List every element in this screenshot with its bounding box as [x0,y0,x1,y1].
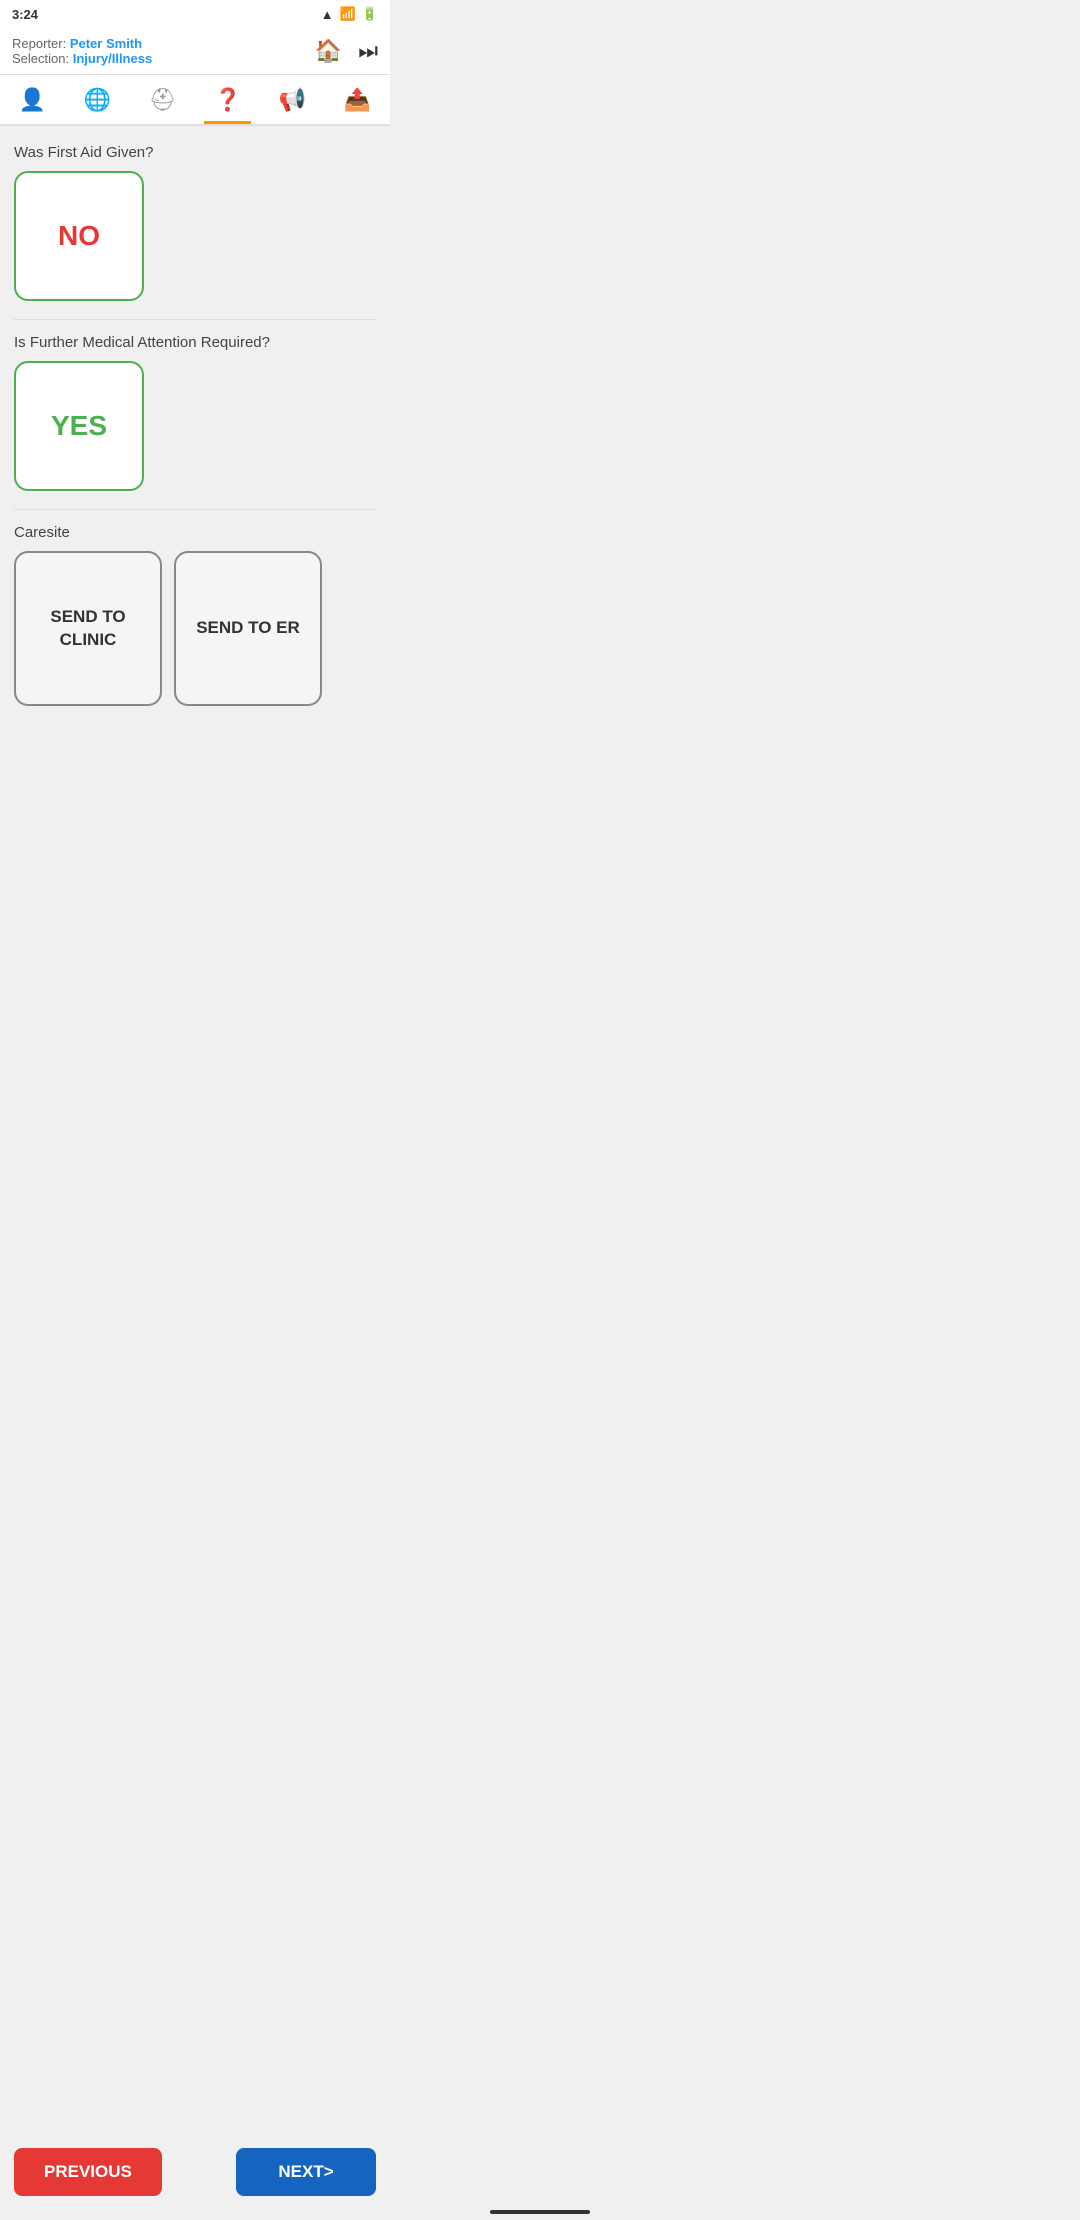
nav-tabs: 👤 🌐 ⛑ ❓ 📢 📤 [0,75,390,126]
megaphone-icon: 📢 [279,87,306,113]
first-aid-question: Was First Aid Given? [14,144,376,161]
first-aid-no-label: NO [58,220,100,252]
signal-icon: 📶 [340,6,356,22]
question-icon: ❓ [214,87,241,113]
first-aid-options: NO [14,171,376,301]
reporter-name: Peter Smith [70,36,142,51]
send-to-clinic-label: SEND TOCLINIC [50,606,125,650]
wifi-icon: ▲ [321,7,334,22]
tab-megaphone[interactable]: 📢 [269,79,316,124]
caresite-label: Caresite [14,524,376,541]
tab-question[interactable]: ❓ [204,79,251,124]
status-time: 3:24 [12,7,38,22]
selection-label: Selection: [12,51,69,66]
header-info: Reporter: Peter Smith Selection: Injury/… [12,36,152,66]
selection-value: Injury/Illness [73,51,152,66]
send-to-er-label: SEND TO ER [196,617,300,639]
upload-icon: 📤 [344,87,371,113]
status-icons: ▲ 📶 🔋 [321,6,378,22]
tab-globe[interactable]: 🌐 [74,79,121,124]
helmet-icon: ⛑ [149,87,177,113]
divider-2 [14,509,376,510]
previous-button[interactable]: PREVIOUS [14,2148,162,2196]
tab-helmet[interactable]: ⛑ [139,79,187,124]
bottom-bar: PREVIOUS NEXT> [0,2148,390,2196]
caresite-options: SEND TOCLINIC SEND TO ER [14,551,376,706]
main-content: Was First Aid Given? NO Is Further Medic… [0,126,390,804]
next-button[interactable]: NEXT> [236,2148,376,2196]
home-icon[interactable]: 🏠 [315,38,342,64]
medical-attention-yes-button[interactable]: YES [14,361,144,491]
status-bar: 3:24 ▲ 📶 🔋 [0,0,390,28]
medical-attention-options: YES [14,361,376,491]
divider-1 [14,319,376,320]
tab-person[interactable]: 👤 [9,79,56,124]
header: Reporter: Peter Smith Selection: Injury/… [0,28,390,75]
tab-upload[interactable]: 📤 [334,79,381,124]
reporter-label: Reporter: [12,36,66,51]
person-icon: 👤 [19,87,46,113]
globe-icon: 🌐 [84,87,111,113]
send-to-er-button[interactable]: SEND TO ER [174,551,322,706]
battery-icon: 🔋 [362,6,378,22]
header-icons: 🏠 ⏭ [315,38,378,64]
first-aid-no-button[interactable]: NO [14,171,144,301]
bottom-indicator [490,2210,590,2214]
send-to-clinic-button[interactable]: SEND TOCLINIC [14,551,162,706]
medical-attention-question: Is Further Medical Attention Required? [14,334,376,351]
header-selection-row: Selection: Injury/Illness [12,51,152,66]
medical-attention-yes-label: YES [51,410,107,442]
forward-icon[interactable]: ⏭ [358,38,378,64]
header-reporter-row: Reporter: Peter Smith [12,36,152,51]
